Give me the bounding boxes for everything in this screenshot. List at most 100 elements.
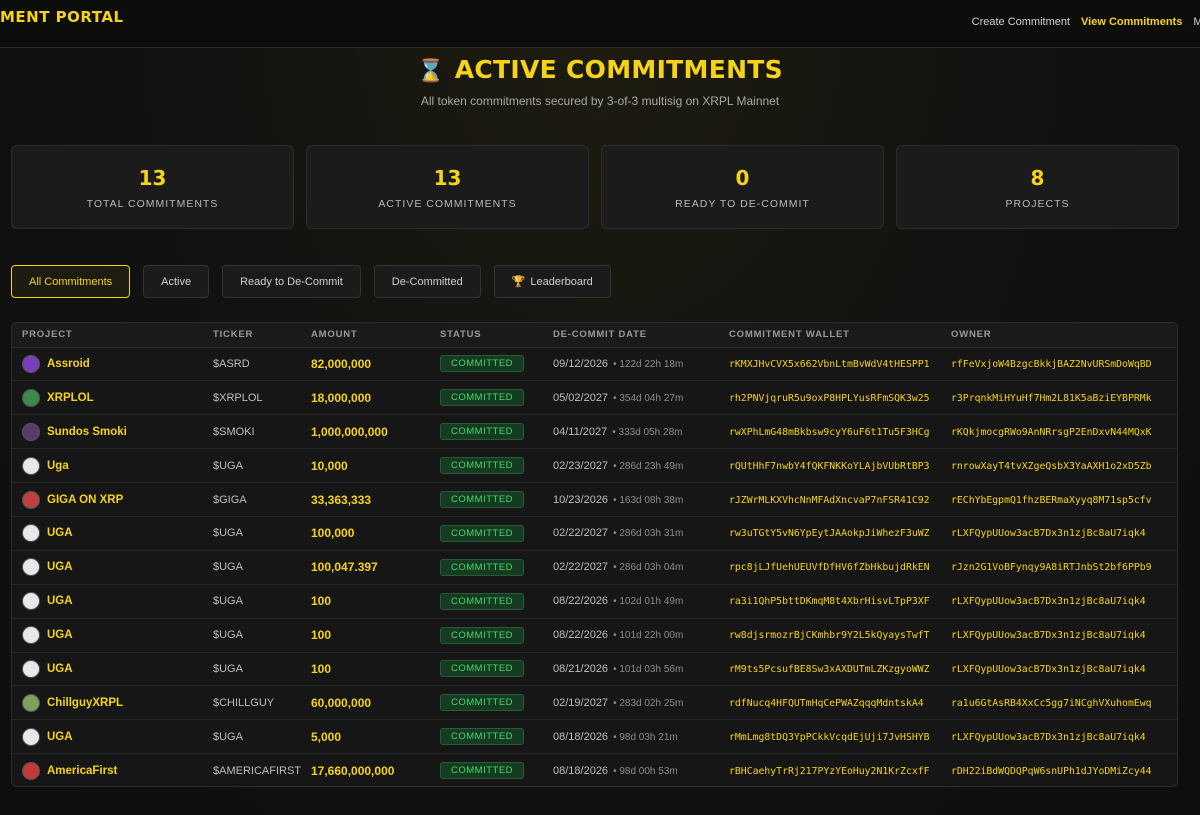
status-badge: COMMITTED xyxy=(440,491,525,508)
cell-wallet: rMmLmg8tDQ3YpPCkkVcqdEjUji7JvHSHYB xyxy=(719,719,941,755)
project-name-link[interactable]: UGA xyxy=(47,731,73,743)
cell-status: COMMITTED xyxy=(430,482,543,517)
cell-project: ChillguyXRPL xyxy=(12,685,203,721)
column-header-status[interactable]: STATUS xyxy=(430,323,543,348)
project-name-link[interactable]: UGA xyxy=(47,527,73,539)
owner-wallet-link[interactable]: rDH22iBdWQDQPqW6snUPh1dJYoDMiZcy44 xyxy=(951,766,1152,777)
column-header-de-commit-date[interactable]: DE-COMMIT DATE xyxy=(543,323,719,348)
table-row[interactable]: UGA $UGA 100 COMMITTED 08/22/2026 • 102d 01h … xyxy=(12,584,1177,619)
table-row[interactable]: AmericaFirst $AMERICAFIRST 17,660,000,000 C… xyxy=(12,754,1177,786)
owner-wallet-link[interactable]: rnrowXayT4tvXZgeQsbX3YaAXH1o2xD5Zb xyxy=(951,461,1152,472)
cell-date: 02/19/2027 • 283d 02h 25m xyxy=(543,685,719,721)
project-name-link[interactable]: XRPLOL xyxy=(47,392,94,404)
owner-wallet-link[interactable]: rfFeVxjoW4BzgcBkkjBAZ2NvURSmDoWqBD xyxy=(951,359,1152,370)
commitment-wallet-link[interactable]: rMmLmg8tDQ3YpPCkkVcqdEjUji7JvHSHYB xyxy=(729,732,930,743)
cell-ticker: $UGA xyxy=(203,550,301,585)
owner-wallet-link[interactable]: rLXFQypUUow3acB7Dx3n1zjBc8aU7iqk4 xyxy=(951,630,1146,641)
page-subtitle: All token commitments secured by 3-of-3 … xyxy=(420,94,780,108)
status-badge: COMMITTED xyxy=(440,423,525,441)
project-name-link[interactable]: ChillguyXRPL xyxy=(47,697,123,709)
cell-status: COMMITTED xyxy=(430,618,543,653)
commitment-wallet-link[interactable]: rM9ts5PcsufBE8Sw3xAXDUTmLZKzgyoWWZ xyxy=(729,664,930,675)
project-name-link[interactable]: UGA xyxy=(47,595,73,607)
column-header-commitment-wallet[interactable]: COMMITMENT WALLET xyxy=(719,323,941,348)
cell-status: COMMITTED xyxy=(430,414,543,450)
project-name-link[interactable]: Uga xyxy=(47,460,69,472)
commitment-wallet-link[interactable]: ra3i1QhP5bttDKmqM8t4XbrHisvLTpP3XF xyxy=(729,596,930,607)
table-row[interactable]: UGA $UGA 100 COMMITTED 08/22/2026 • 101d 22h … xyxy=(12,618,1177,653)
de-commit-date: 09/12/2026 xyxy=(553,357,609,370)
project-cell: UGA xyxy=(22,659,203,678)
nav-view-commitments[interactable]: View Commitments xyxy=(1081,16,1182,28)
commitment-wallet-link[interactable]: rw8djsrmozrBjCKmhbr9Y2L5kQyaysTwfT xyxy=(729,630,930,641)
table-row[interactable]: Sundos Smoki $SMOKI 1,000,000,000 COMMITTED… xyxy=(12,414,1177,450)
table-row[interactable]: XRPLOL $XRPLOL 18,000,000 COMMITTED 05/02/20… xyxy=(12,380,1177,416)
commitment-wallet-link[interactable]: rdfNucq4HFQUTmHqCePWAZqqqMdntskA4 xyxy=(729,698,924,709)
owner-wallet-link[interactable]: ra1u6GtAsRB4XxCc5gg7iNCghVXuhomEwq xyxy=(951,698,1152,709)
tab-ready-to-de-commit[interactable]: Ready to De-Commit xyxy=(222,265,361,298)
cell-project: GIGA ON XRP xyxy=(12,482,203,517)
column-header-amount[interactable]: AMOUNT xyxy=(301,323,430,348)
project-name-link[interactable]: Sundos Smoki xyxy=(47,426,127,438)
cell-owner: rKQkjmocgRWo9AnNRrsgP2EnDxvN44MQxK xyxy=(941,414,1177,450)
tab-label: Leaderboard xyxy=(530,275,593,288)
owner-wallet-link[interactable]: rEChYbEgpmQ1fhzBERmaXyyq8M71sp5cfv xyxy=(951,495,1152,506)
commitment-wallet-link[interactable]: rJZWrMLKXVhcNnMFAdXncvaP7nFSR41C92 xyxy=(729,495,930,506)
column-header-project[interactable]: PROJECT xyxy=(12,323,203,348)
table-row[interactable]: UGA $UGA 100,000 COMMITTED 02/22/2027 • 286d … xyxy=(12,516,1177,551)
commitment-wallet-link[interactable]: rh2PNVjqruR5u9oxP8HPLYusRFmSQK3w25 xyxy=(729,393,930,404)
table-row[interactable]: ChillguyXRPL $CHILLGUY 60,000,000 COMMITTED… xyxy=(12,685,1177,721)
table-row[interactable]: UGA $UGA 100 COMMITTED 08/21/2026 • 101d 03h … xyxy=(12,652,1177,687)
table-row[interactable]: GIGA ON XRP $GIGA 33,363,333 COMMITTED 10/23… xyxy=(12,482,1177,517)
cell-ticker: $ASRD xyxy=(203,347,301,382)
table-row[interactable]: Uga $UGA 10,000 COMMITTED 02/23/2027 • 286d 2… xyxy=(12,448,1177,484)
time-remaining: • 101d 03h 56m xyxy=(613,663,684,675)
project-name-link[interactable]: GIGA ON XRP xyxy=(47,494,123,506)
project-name-link[interactable]: UGA xyxy=(47,663,73,675)
trophy-icon: 🏆 xyxy=(511,276,526,288)
status-badge: COMMITTED xyxy=(440,355,525,373)
owner-wallet-link[interactable]: rKQkjmocgRWo9AnNRrsgP2EnDxvN44MQxK xyxy=(951,427,1152,438)
project-name-link[interactable]: Assroid xyxy=(47,358,90,370)
project-name-link[interactable]: UGA xyxy=(47,561,73,573)
commitment-wallet-link[interactable]: rBHCaehyTrRj217PYzYEoHuy2N1KrZcxfF xyxy=(729,766,930,777)
tab-de-committed[interactable]: De-Committed xyxy=(373,265,481,298)
brand-title[interactable]: MENT PORTAL xyxy=(0,8,124,26)
owner-wallet-link[interactable]: rLXFQypUUow3acB7Dx3n1zjBc8aU7iqk4 xyxy=(951,528,1146,539)
owner-wallet-link[interactable]: r3PrqnkMiHYuHf7Hm2L81K5aBziEYBPRMk xyxy=(951,393,1152,404)
owner-wallet-link[interactable]: rLXFQypUUow3acB7Dx3n1zjBc8aU7iqk4 xyxy=(951,664,1146,675)
main-nav: Create Commitment View Commitments My xyxy=(972,16,1200,28)
commitment-wallet-link[interactable]: rQUtHhF7nwbY4fQKFNKKoYLAjbVUbRtBP3 xyxy=(729,461,930,472)
commitment-wallet-link[interactable]: rw3uTGtY5vN6YpEytJAAokpJiWhezF3uWZ xyxy=(729,528,930,539)
column-header-owner[interactable]: OWNER xyxy=(941,323,1177,348)
owner-wallet-link[interactable]: rLXFQypUUow3acB7Dx3n1zjBc8aU7iqk4 xyxy=(951,732,1146,743)
table-row[interactable]: UGA $UGA 5,000 COMMITTED 08/18/2026 • 98d 03h… xyxy=(12,719,1177,755)
nav-my[interactable]: My xyxy=(1193,16,1200,28)
table-row[interactable]: Assroid $ASRD 82,000,000 COMMITTED 09/12/202… xyxy=(12,347,1177,382)
page-title-text: ACTIVE COMMITMENTS xyxy=(454,55,783,84)
table-row[interactable]: UGA $UGA 100,047.397 COMMITTED 02/22/2027 • 2… xyxy=(12,550,1177,585)
time-remaining: • 283d 02h 25m xyxy=(613,697,684,709)
tab-label: Ready to De-Commit xyxy=(240,275,343,288)
project-cell: UGA xyxy=(22,626,203,645)
owner-wallet-link[interactable]: rLXFQypUUow3acB7Dx3n1zjBc8aU7iqk4 xyxy=(951,596,1146,607)
cell-ticker: $XRPLOL xyxy=(203,380,301,416)
tab-all-commitments[interactable]: All Commitments xyxy=(11,265,131,298)
cell-status: COMMITTED xyxy=(430,652,543,687)
project-name-link[interactable]: AmericaFirst xyxy=(47,765,117,777)
owner-wallet-link[interactable]: rJzn2G1VoBFynqy9A8iRTJnbSt2bf6PPb9 xyxy=(951,562,1152,573)
tab-active[interactable]: Active xyxy=(143,265,210,298)
cell-amount: 82,000,000 xyxy=(301,347,430,382)
project-name-link[interactable]: UGA xyxy=(47,629,73,641)
column-header-ticker[interactable]: TICKER xyxy=(203,323,301,348)
tab-leaderboard[interactable]: 🏆 Leaderboard xyxy=(493,265,611,298)
commitment-wallet-link[interactable]: rKMXJHvCVX5x662VbnLtmBvWdV4tHESPP1 xyxy=(729,359,930,370)
stat-value: 8 xyxy=(1030,166,1045,190)
nav-create-commitment[interactable]: Create Commitment xyxy=(972,16,1070,28)
commitment-wallet-link[interactable]: rpc8jLJfUehUEUVfDfHV6fZbHkbujdRkEN xyxy=(729,562,930,573)
stat-value: 13 xyxy=(433,166,462,190)
de-commit-date: 08/22/2026 xyxy=(553,595,609,608)
project-cell: XRPLOL xyxy=(22,388,203,407)
commitments-table: PROJECT TICKER AMOUNT STATUS DE-COMMIT D… xyxy=(11,322,1178,787)
commitment-wallet-link[interactable]: rwXPhLmG48mBkbsw9cyY6uF6t1Tu5F3HCg xyxy=(729,427,930,438)
